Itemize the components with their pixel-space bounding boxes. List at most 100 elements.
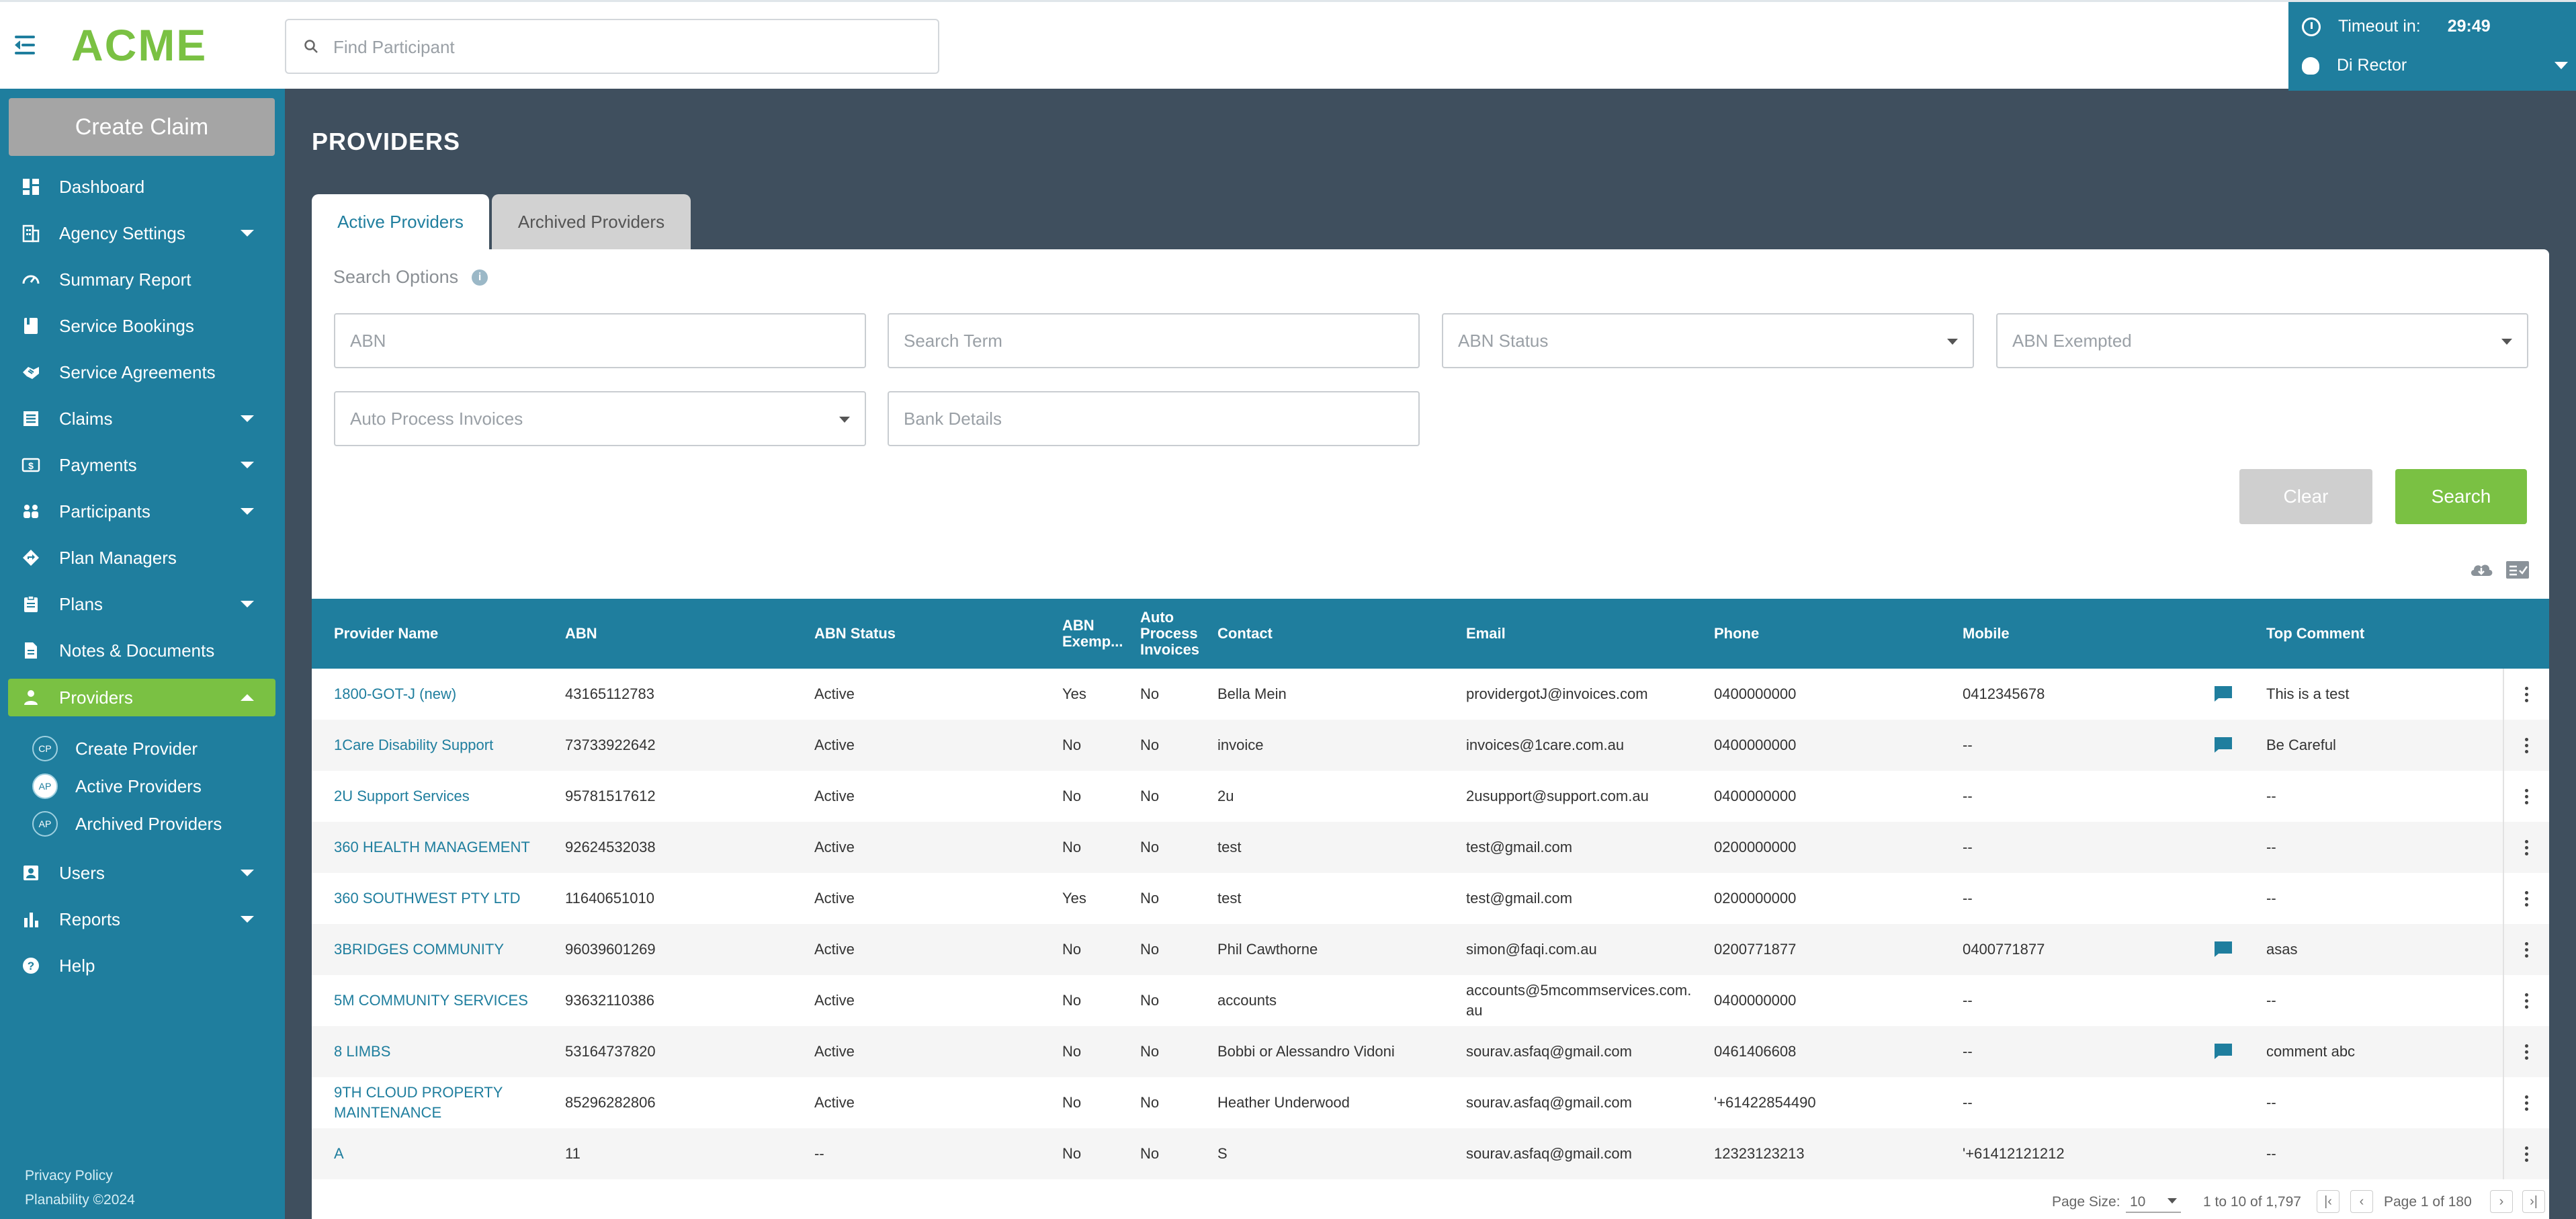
abn-input[interactable] [335, 314, 865, 367]
sidebar-item-plan-managers[interactable]: Plan Managers [8, 539, 275, 577]
row-actions-kebab-icon[interactable] [2503, 720, 2549, 771]
menu-collapse-icon[interactable] [15, 34, 39, 57]
abn-field[interactable] [334, 313, 866, 368]
cell-provider-name[interactable]: 1800-GOT-J (new) [334, 684, 456, 704]
table-row[interactable]: 360 SOUTHWEST PTY LTD 11640651010 Active Ye… [312, 873, 2549, 924]
cell-provider-name[interactable]: 1Care Disability Support [334, 735, 493, 755]
clear-button[interactable]: Clear [2239, 469, 2372, 524]
row-actions-kebab-icon[interactable] [2503, 873, 2549, 924]
cell-provider-name[interactable]: 9TH CLOUD PROPERTY MAINTENANCE [334, 1083, 503, 1123]
table-row[interactable]: 2U Support Services 95781517612 Active No No… [312, 771, 2549, 822]
session-panel: Timeout in: 29:49 Di Rector [2288, 2, 2576, 91]
comment-icon[interactable] [2213, 685, 2233, 702]
table-row[interactable]: 1Care Disability Support 73733922642 Activ… [312, 720, 2549, 771]
sidebar-item-plans[interactable]: Plans [8, 585, 275, 623]
search-button[interactable]: Search [2395, 469, 2527, 524]
sidebar-item-service-bookings[interactable]: Service Bookings [8, 307, 275, 345]
privacy-policy-link[interactable]: Privacy Policy [25, 1164, 135, 1188]
col-auto-process-invoices[interactable]: Auto Process Invoices [1140, 610, 1199, 658]
col-provider-name[interactable]: Provider Name [334, 626, 438, 642]
app-logo[interactable]: ACME [71, 19, 207, 71]
table-row[interactable]: 5M COMMUNITY SERVICES 93632110386 Active No… [312, 975, 2549, 1026]
table-row[interactable]: A 11 -- No No Ssourav.asfaq@gmail.com 12323123… [312, 1128, 2549, 1179]
sidebar-item-claims[interactable]: Claims [8, 400, 275, 437]
cell-provider-name[interactable]: 2U Support Services [334, 786, 470, 806]
bank-details-input[interactable] [889, 392, 1418, 445]
row-actions-kebab-icon[interactable] [2503, 669, 2549, 720]
auto-process-invoices-select[interactable]: Auto Process Invoices [334, 391, 866, 446]
table-row[interactable]: 3BRIDGES COMMUNITY 96039601269 Active No No P… [312, 924, 2549, 975]
sidebar-subitem-create-provider[interactable]: CP Create Provider [32, 734, 198, 763]
cell-provider-name[interactable]: 3BRIDGES COMMUNITY [334, 939, 504, 960]
chevron-down-icon [241, 916, 254, 923]
col-abn-status[interactable]: ABN Status [814, 626, 896, 642]
tab-active-providers[interactable]: Active Providers [312, 194, 489, 249]
row-actions-kebab-icon[interactable] [2503, 975, 2549, 1026]
cell-auto-process: No [1140, 1042, 1159, 1062]
timeout-label: Timeout in: [2338, 17, 2421, 36]
table-row[interactable]: 1800-GOT-J (new) 43165112783 Active Yes No Be… [312, 669, 2549, 720]
cell-top-comment: -- [2266, 1144, 2276, 1164]
cell-abn-exempted: No [1062, 786, 1081, 806]
cell-provider-name[interactable]: 5M COMMUNITY SERVICES [334, 991, 528, 1011]
last-page-icon[interactable]: ›| [2522, 1190, 2545, 1213]
sidebar-subitem-archived-providers[interactable]: AP Archived Providers [32, 809, 222, 839]
create-claim-button[interactable]: Create Claim [9, 98, 275, 156]
page-size-select[interactable]: 10 [2126, 1189, 2181, 1213]
chevron-down-icon [241, 415, 254, 422]
col-abn-exempted[interactable]: ABN Exemp... [1062, 618, 1123, 650]
col-phone[interactable]: Phone [1714, 626, 1759, 642]
find-participant-search[interactable] [285, 19, 939, 74]
cell-provider-name[interactable]: A [334, 1144, 344, 1164]
col-contact[interactable]: Contact [1217, 626, 1273, 642]
sidebar-item-participants[interactable]: Participants [8, 493, 275, 530]
first-page-icon[interactable]: |‹ [2317, 1190, 2339, 1213]
comment-icon[interactable] [2213, 736, 2233, 753]
next-page-icon[interactable]: › [2490, 1190, 2513, 1213]
sidebar-item-help[interactable]: ? Help [8, 947, 275, 984]
user-menu[interactable]: Di Rector [2302, 56, 2568, 75]
cell-provider-name[interactable]: 360 SOUTHWEST PTY LTD [334, 888, 521, 909]
search-term-input[interactable] [889, 314, 1418, 367]
sidebar-item-agency-settings[interactable]: Agency Settings [8, 214, 275, 252]
cell-provider-name[interactable]: 360 HEALTH MANAGEMENT [334, 837, 530, 857]
sidebar-item-reports[interactable]: Reports [8, 900, 275, 938]
cloud-download-icon[interactable] [2468, 560, 2494, 580]
previous-page-icon[interactable]: ‹ [2350, 1190, 2373, 1213]
sidebar-item-users[interactable]: Users [8, 854, 275, 892]
col-top-comment[interactable]: Top Comment [2266, 626, 2364, 642]
cell-mobile-text: -- [1963, 1043, 1973, 1060]
row-actions-kebab-icon[interactable] [2503, 822, 2549, 873]
table-row[interactable]: 9TH CLOUD PROPERTY MAINTENANCE 85296282806… [312, 1077, 2549, 1128]
row-actions-kebab-icon[interactable] [2503, 924, 2549, 975]
cell-provider-name[interactable]: 8 LIMBS [334, 1042, 390, 1062]
find-participant-input[interactable] [333, 31, 925, 63]
search-term-field[interactable] [888, 313, 1420, 368]
sidebar-item-notes-documents[interactable]: Notes & Documents [8, 632, 275, 669]
info-icon[interactable]: i [472, 269, 488, 286]
comment-icon[interactable] [2213, 1042, 2233, 1060]
bank-details-field[interactable] [888, 391, 1420, 446]
col-abn[interactable]: ABN [565, 626, 597, 642]
table-row[interactable]: 360 HEALTH MANAGEMENT 92624532038 Active No… [312, 822, 2549, 873]
abn-status-select[interactable]: ABN Status [1442, 313, 1974, 368]
col-email[interactable]: Email [1466, 626, 1506, 642]
row-actions-kebab-icon[interactable] [2503, 1077, 2549, 1128]
sidebar-item-service-agreements[interactable]: Service Agreements [8, 353, 275, 391]
sidebar-item-providers[interactable]: Providers [8, 679, 275, 716]
sidebar-item-summary-report[interactable]: Summary Report [8, 261, 275, 298]
cell-top-comment: asas [2266, 939, 2297, 960]
table-row[interactable]: 8 LIMBS 53164737820 Active No No Bobbi or Ale… [312, 1026, 2549, 1077]
tab-archived-providers[interactable]: Archived Providers [492, 194, 691, 249]
col-mobile[interactable]: Mobile [1963, 626, 2010, 642]
sidebar-subitem-active-providers[interactable]: AP Active Providers [32, 771, 202, 801]
row-actions-kebab-icon[interactable] [2503, 1128, 2549, 1179]
sidebar-item-payments[interactable]: $ Payments [8, 446, 275, 484]
abn-exempted-select[interactable]: ABN Exempted [1996, 313, 2528, 368]
row-actions-kebab-icon[interactable] [2503, 771, 2549, 822]
sidebar-item-dashboard[interactable]: Dashboard [8, 168, 275, 206]
comment-icon[interactable] [2213, 940, 2233, 958]
row-actions-kebab-icon[interactable] [2503, 1026, 2549, 1077]
chevron-down-icon[interactable] [2554, 62, 2568, 69]
column-settings-icon[interactable] [2505, 560, 2530, 580]
